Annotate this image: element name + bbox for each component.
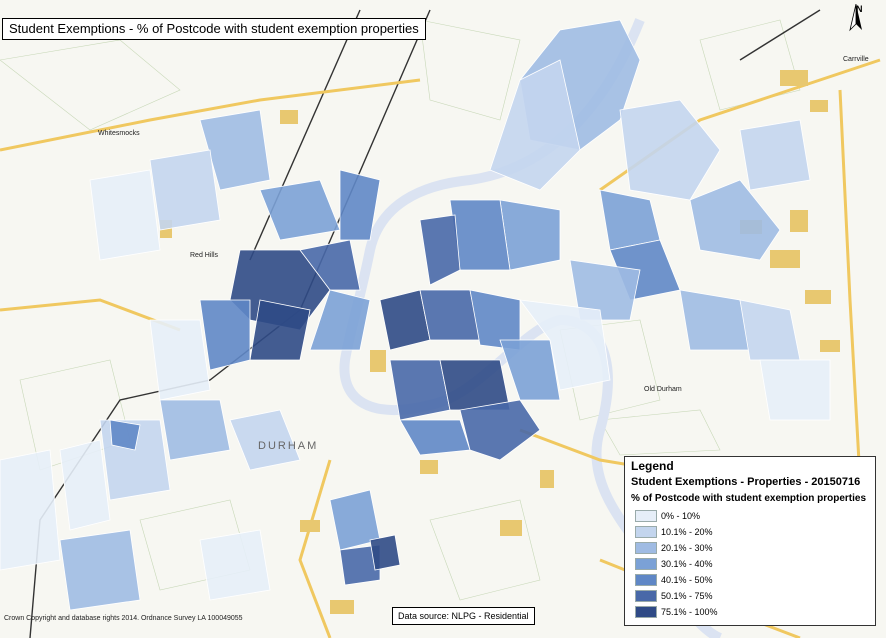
north-arrow-shape bbox=[849, 4, 862, 32]
place-label-whitesmocks: Whitesmocks bbox=[98, 130, 140, 137]
map-title: Student Exemptions - % of Postcode with … bbox=[2, 18, 426, 40]
legend-row-label: 40.1% - 50% bbox=[661, 575, 713, 585]
place-label-durham: DURHAM bbox=[258, 440, 319, 452]
map-canvas[interactable]: Student Exemptions - % of Postcode with … bbox=[0, 0, 886, 638]
legend-swatch bbox=[635, 542, 657, 554]
legend-swatch bbox=[635, 558, 657, 570]
legend-title: Legend bbox=[631, 459, 674, 473]
legend-row: 75.1% - 100% bbox=[635, 604, 871, 620]
legend-row-label: 20.1% - 30% bbox=[661, 543, 713, 553]
legend-swatch bbox=[635, 526, 657, 538]
legend-row-label: 50.1% - 75% bbox=[661, 591, 713, 601]
legend-layer-name: Student Exemptions - Properties - 201507… bbox=[631, 476, 861, 488]
legend-row: 10.1% - 20% bbox=[635, 524, 871, 540]
legend-field-name: % of Postcode with student exemption pro… bbox=[631, 493, 867, 504]
north-arrow-icon: N bbox=[848, 4, 874, 44]
legend-row: 50.1% - 75% bbox=[635, 588, 871, 604]
legend-swatch bbox=[635, 590, 657, 602]
legend-panel: Legend Student Exemptions - Properties -… bbox=[624, 456, 876, 626]
legend-swatch bbox=[635, 574, 657, 586]
legend-row: 20.1% - 30% bbox=[635, 540, 871, 556]
legend-row-label: 30.1% - 40% bbox=[661, 559, 713, 569]
place-label-old-durham: Old Durham bbox=[644, 386, 682, 393]
legend-swatch bbox=[635, 606, 657, 618]
legend-row: 0% - 10% bbox=[635, 508, 871, 524]
place-label-carrville: Carrville bbox=[843, 56, 869, 63]
legend-row-label: 10.1% - 20% bbox=[661, 527, 713, 537]
legend-row: 40.1% - 50% bbox=[635, 572, 871, 588]
data-source-label: Data source: NLPG - Residential bbox=[392, 607, 535, 625]
copyright-notice: Crown Copyright and database rights 2014… bbox=[4, 615, 243, 622]
legend-row: 30.1% - 40% bbox=[635, 556, 871, 572]
legend-row-label: 0% - 10% bbox=[661, 511, 701, 521]
legend-row-label: 75.1% - 100% bbox=[661, 607, 718, 617]
legend-swatch bbox=[635, 510, 657, 522]
place-label-red-hills: Red Hills bbox=[190, 252, 219, 259]
